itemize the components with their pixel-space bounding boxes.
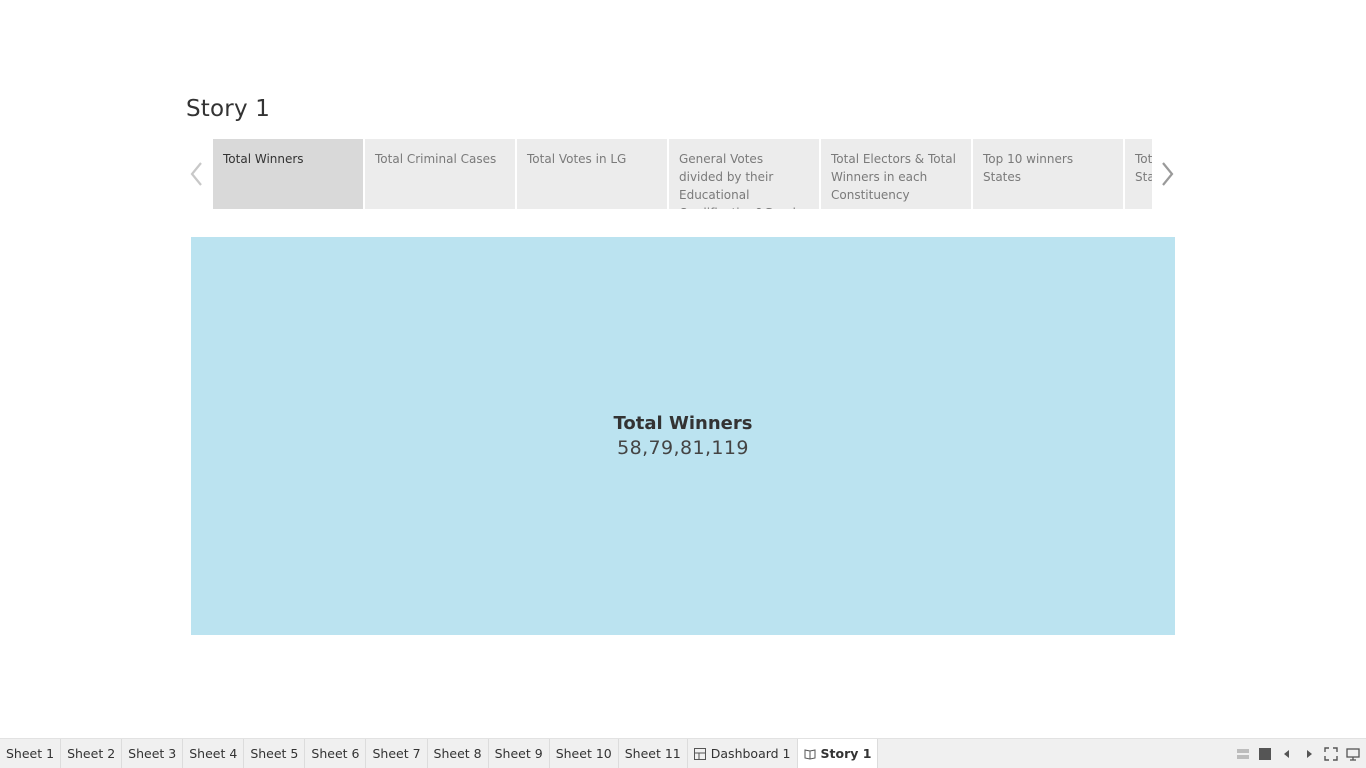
story-navigator: Total Winners Total Criminal Cases Total V… — [213, 139, 1152, 209]
tab-label: Sheet 2 — [67, 746, 116, 761]
story-caption-2[interactable]: Total Criminal Cases — [365, 139, 515, 209]
dashboard-icon — [693, 747, 706, 760]
kpi-label: Total Winners — [613, 413, 753, 434]
story-caption-4[interactable]: General Votes divided by their Education… — [669, 139, 819, 209]
previous-sheet-icon — [1284, 750, 1289, 758]
previous-sheet-button[interactable] — [1280, 747, 1294, 761]
next-story-point-button[interactable] — [1158, 160, 1178, 188]
device-preview-button[interactable] — [1346, 747, 1360, 761]
story-point-content: Total Winners 58,79,81,119 — [191, 237, 1175, 635]
tab-bar-controls — [1236, 739, 1360, 768]
next-sheet-icon — [1307, 750, 1312, 758]
show-tabs-button[interactable] — [1258, 747, 1272, 761]
tab-sheet-4[interactable]: Sheet 4 — [183, 739, 245, 768]
kpi-value: 58,79,81,119 — [617, 437, 749, 459]
tab-label: Sheet 11 — [624, 746, 681, 761]
device-preview-icon — [1346, 748, 1360, 761]
tab-label: Sheet 6 — [311, 746, 360, 761]
tab-label: Sheet 7 — [372, 746, 421, 761]
tab-sheet-8[interactable]: Sheet 8 — [428, 739, 489, 768]
show-filmstrip-button[interactable] — [1236, 747, 1250, 761]
presentation-mode-button[interactable] — [1324, 747, 1338, 761]
tab-label: Story 1 — [820, 746, 872, 761]
tab-dashboard-1[interactable]: Dashboard 1 — [688, 739, 798, 768]
next-sheet-button[interactable] — [1302, 747, 1316, 761]
tab-label: Sheet 10 — [555, 746, 612, 761]
story-caption-5[interactable]: Total Electors & Total Winners in each C… — [821, 139, 971, 209]
tab-label: Sheet 4 — [189, 746, 238, 761]
tab-label: Sheet 9 — [494, 746, 543, 761]
tab-sheet-1[interactable]: Sheet 1 — [0, 739, 62, 768]
chevron-right-icon — [1162, 162, 1174, 186]
story-caption-6[interactable]: Top 10 winners States — [973, 139, 1123, 209]
tab-label: Sheet 5 — [250, 746, 299, 761]
story-icon — [804, 748, 816, 760]
tab-sheet-10[interactable]: Sheet 10 — [550, 739, 619, 768]
tab-label: Sheet 3 — [128, 746, 177, 761]
previous-story-point-button[interactable] — [186, 160, 206, 188]
tab-label: Sheet 1 — [6, 746, 55, 761]
sheet-tab-bar: Sheet 1 Sheet 2 Sheet 3 Sheet 4 Sheet 5 Sheet… — [0, 738, 1366, 768]
tab-label: Sheet 8 — [433, 746, 482, 761]
tab-sheet-5[interactable]: Sheet 5 — [244, 739, 306, 768]
tab-sheet-6[interactable]: Sheet 6 — [305, 739, 367, 768]
caption-track: Total Winners Total Criminal Cases Total V… — [213, 139, 1152, 209]
presentation-mode-icon — [1324, 747, 1338, 761]
tab-sheet-9[interactable]: Sheet 9 — [489, 739, 550, 768]
tab-label: Dashboard 1 — [710, 746, 791, 761]
show-tabs-icon — [1259, 748, 1271, 760]
tab-sheet-11[interactable]: Sheet 11 — [619, 739, 688, 768]
tab-sheet-3[interactable]: Sheet 3 — [122, 739, 184, 768]
tableau-story-page: Story 1 Total Winners Total Criminal Case… — [0, 0, 1366, 768]
tab-story-1[interactable]: Story 1 — [797, 739, 879, 768]
chevron-left-icon — [190, 162, 202, 186]
tab-sheet-7[interactable]: Sheet 7 — [366, 739, 428, 768]
story-caption-7[interactable]: Total General Votes States — [1125, 139, 1152, 209]
story-caption-1[interactable]: Total Winners — [213, 139, 363, 209]
story-caption-3[interactable]: Total Votes in LG — [517, 139, 667, 209]
show-filmstrip-icon — [1237, 749, 1249, 759]
tab-sheet-2[interactable]: Sheet 2 — [61, 739, 123, 768]
story-title: Story 1 — [186, 96, 271, 122]
